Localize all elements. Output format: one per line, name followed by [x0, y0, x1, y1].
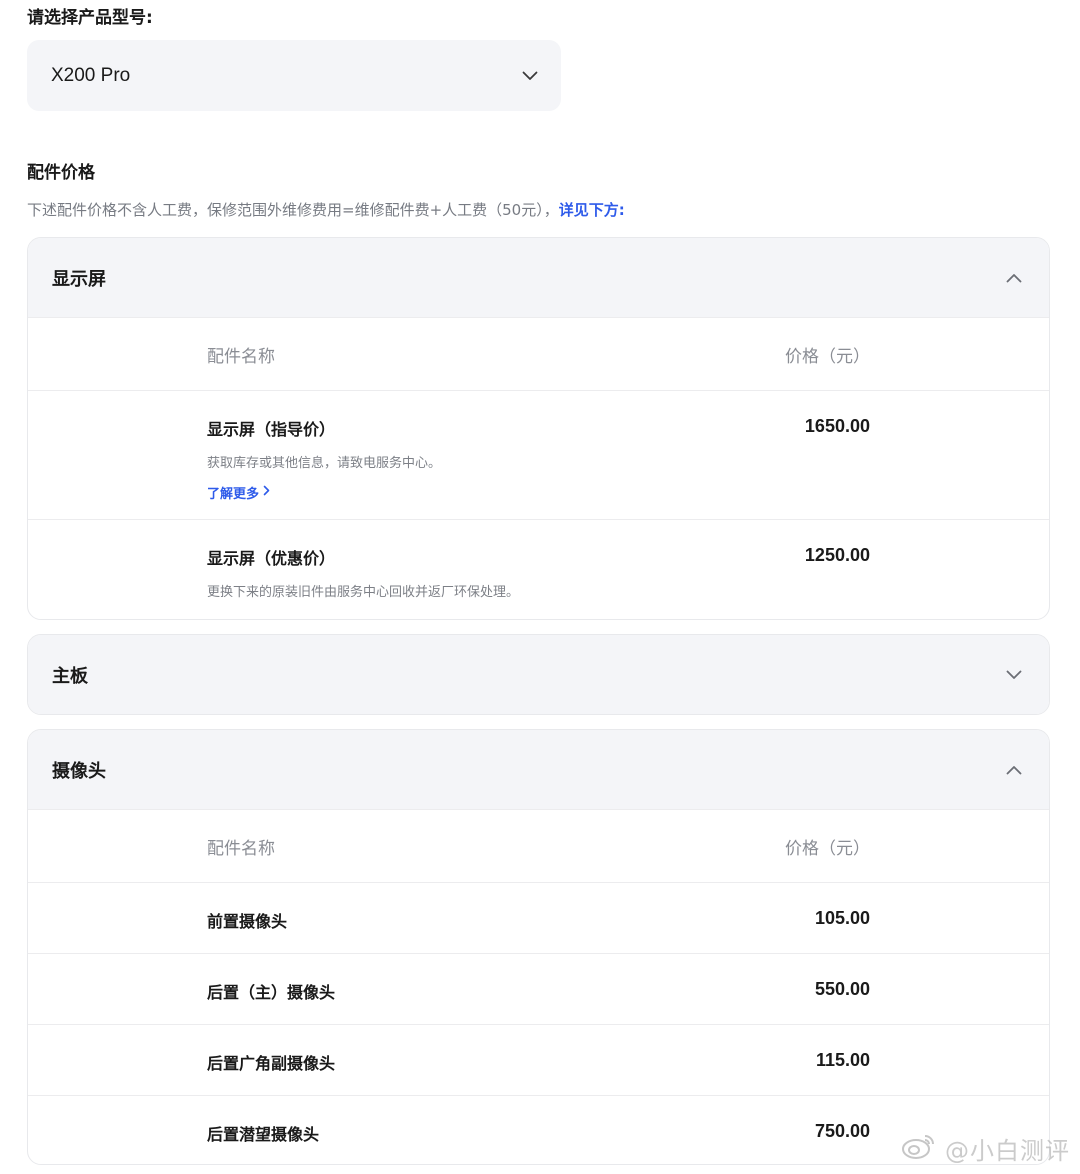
- watermark: @小白测评: [901, 1131, 1070, 1166]
- part-name: 后置（主）摄像头: [207, 983, 336, 1002]
- section-description-text: 下述配件价格不含人工费，保修范围外维修费用=维修配件费+人工费（50元），: [27, 201, 559, 219]
- column-header-name: 配件名称: [207, 347, 275, 367]
- chevron-right-icon: [263, 485, 270, 500]
- section-description: 下述配件价格不含人工费，保修范围外维修费用=维修配件费+人工费（50元），详见下…: [27, 199, 625, 220]
- part-name: 后置广角副摄像头: [207, 1054, 336, 1073]
- table-row: 显示屏（指导价） 获取库存或其他信息，请致电服务中心。 了解更多 1650.00: [28, 390, 1049, 519]
- learn-more-label: 了解更多: [207, 487, 260, 502]
- panel-header-display[interactable]: 显示屏: [28, 238, 1049, 317]
- product-model-value: X200 Pro: [51, 64, 131, 86]
- chevron-down-icon: [1005, 666, 1023, 684]
- see-below-link[interactable]: 详见下方:: [559, 201, 625, 219]
- watermark-text: @小白测评: [945, 1137, 1070, 1165]
- table-row: 显示屏（优惠价） 更换下来的原装旧件由服务中心回收并返厂环保处理。 1250.0…: [28, 519, 1049, 619]
- part-price: 1650.00: [804, 416, 870, 436]
- table-row: 后置广角副摄像头 115.00: [28, 1024, 1049, 1095]
- weibo-icon: [901, 1132, 935, 1166]
- part-note: 获取库存或其他信息，请致电服务中心。: [207, 456, 442, 471]
- column-header-price: 价格（元）: [785, 347, 870, 367]
- section-title: 配件价格: [27, 163, 95, 183]
- table-header: 配件名称 价格（元）: [28, 317, 1049, 390]
- part-price: 750.00: [814, 1121, 870, 1141]
- accessory-panel-camera: 摄像头 配件名称 价格（元） 前置摄像头 105.00 后置（主）摄像头 550…: [27, 729, 1050, 1165]
- part-price: 1250.00: [804, 545, 870, 565]
- page: 请选择产品型号: X200 Pro 配件价格 下述配件价格不含人工费，保修范围外…: [0, 0, 1080, 1174]
- accessory-panel-mainboard: 主板: [27, 634, 1050, 715]
- learn-more-link[interactable]: 了解更多: [207, 483, 270, 502]
- panel-title: 主板: [52, 665, 88, 687]
- table-row: 后置潜望摄像头 750.00: [28, 1095, 1049, 1164]
- panel-header-camera[interactable]: 摄像头: [28, 730, 1049, 809]
- part-name: 显示屏（优惠价）: [207, 549, 336, 568]
- part-name: 前置摄像头: [207, 912, 288, 931]
- table-row: 后置（主）摄像头 550.00: [28, 953, 1049, 1024]
- part-price: 115.00: [815, 1050, 870, 1070]
- product-model-select[interactable]: X200 Pro: [27, 40, 561, 111]
- panel-header-mainboard[interactable]: 主板: [28, 635, 1049, 714]
- table-header: 配件名称 价格（元）: [28, 809, 1049, 882]
- panel-title: 摄像头: [52, 760, 106, 782]
- part-note: 更换下来的原装旧件由服务中心回收并返厂环保处理。: [207, 585, 520, 600]
- part-price: 550.00: [814, 979, 870, 999]
- column-header-name: 配件名称: [207, 839, 275, 859]
- panel-title: 显示屏: [52, 268, 106, 290]
- accessory-panel-display: 显示屏 配件名称 价格（元） 显示屏（指导价） 获取库存或其他信息，请致电服务中…: [27, 237, 1050, 620]
- table-row: 前置摄像头 105.00: [28, 882, 1049, 953]
- chevron-up-icon: [1005, 761, 1023, 779]
- product-model-label: 请选择产品型号:: [27, 8, 153, 28]
- part-name: 显示屏（指导价）: [207, 420, 336, 439]
- chevron-up-icon: [1005, 269, 1023, 287]
- part-price: 105.00: [814, 908, 870, 928]
- part-name: 后置潜望摄像头: [207, 1125, 320, 1144]
- chevron-down-icon: [521, 67, 539, 85]
- column-header-price: 价格（元）: [785, 839, 870, 859]
